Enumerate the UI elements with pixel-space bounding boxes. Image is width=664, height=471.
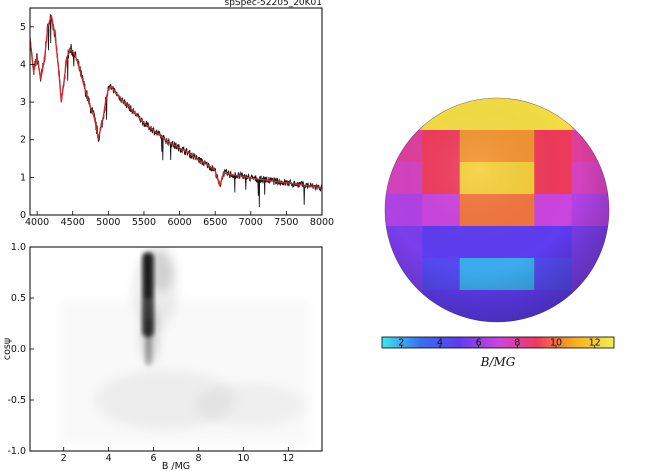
density-y-tick-label: -0.5 (7, 395, 26, 406)
spectrum-x-tick-label: 4000 (25, 217, 49, 228)
spectrum-y-tick-label: 0 (20, 210, 26, 221)
figure: 4000 4500 5000 5500 6000 6500 7000 7500 8000 012… (2, 0, 615, 471)
density-x-tick-label: 8 (195, 453, 201, 464)
sphere-cell (385, 98, 423, 131)
density-x-tick-label: 6 (151, 453, 157, 464)
spectrum-y-tick-label: 5 (20, 22, 26, 33)
colorbar-tick-label: 6 (476, 338, 482, 349)
density-x-tick-label: 4 (106, 453, 112, 464)
colorbar-tick-label: 8 (514, 338, 520, 349)
density-y-tick-label: -1.0 (7, 446, 26, 457)
sphere-cell (571, 98, 609, 131)
colorbar-tick-label: 12 (589, 338, 601, 349)
spectrum-x-tick-label: 6000 (167, 217, 191, 228)
spectrum-x-tick-label: 4500 (61, 217, 85, 228)
spectrum-x-tick-label: 5000 (96, 217, 120, 228)
spectrum-y-tick-label: 2 (20, 135, 26, 146)
spectrum-x-tick-label: 8000 (310, 217, 334, 228)
spectrum-y-tick-label: 4 (20, 59, 26, 70)
colorbar (381, 336, 615, 349)
density-y-label: cosψ (2, 338, 13, 360)
density-x-tick-label: 2 (61, 453, 67, 464)
density-x-tick-label: 12 (282, 453, 294, 464)
spectrum-x-tick-label: 6500 (203, 217, 227, 228)
sphere-shading (385, 98, 609, 322)
density-panel: 2 4 6 8 10 12 -1.0 -0.5 0.0 0.5 1.0 B /MG cosψ (2, 242, 323, 471)
spectrum-panel: 4000 4500 5000 5500 6000 6500 7000 7500 8000 0 1 2… (20, 0, 334, 228)
colorbar-tick-label: 10 (550, 338, 562, 349)
density-y-tick-label: 0.0 (11, 344, 26, 355)
colorbar-label: B/MG (480, 355, 516, 369)
spectrum-x-tick-label: 7000 (239, 217, 263, 228)
density-y-tick-label: 1.0 (11, 242, 26, 253)
sphere-cell (385, 290, 423, 322)
density-x-label: B /MG (162, 461, 190, 471)
spectrum-title: spSpec-52205_20K01 (225, 0, 323, 8)
spectrum-y-tick-label: 1 (20, 172, 26, 183)
spectrum-x-tick-label: 7500 (274, 217, 298, 228)
density-y-tick-label: 0.5 (11, 293, 26, 304)
sphere-cell (571, 290, 609, 322)
density-x-tick-label: 10 (237, 453, 249, 464)
spectrum-y-tick-label: 3 (20, 97, 26, 108)
colorbar-tick-label: 2 (398, 338, 404, 349)
spectrum-x-tick-label: 5500 (132, 217, 156, 228)
sphere-panel: 2 4 6 8 10 12 B/MG (381, 97, 615, 369)
colorbar-tick-label: 4 (437, 338, 443, 349)
